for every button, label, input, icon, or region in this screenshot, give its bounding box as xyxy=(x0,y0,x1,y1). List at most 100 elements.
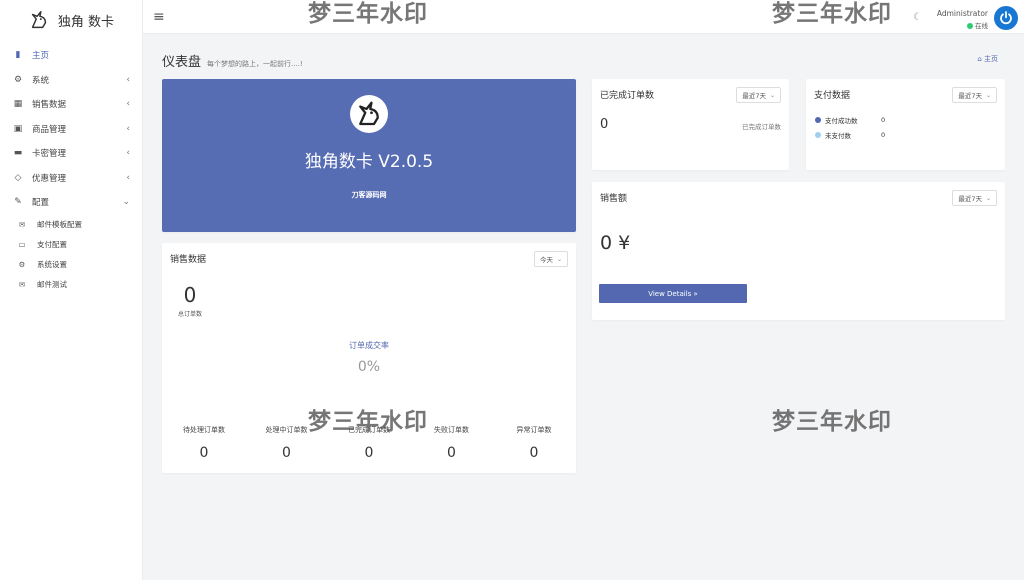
chevron-down-icon: ⌄ xyxy=(985,91,991,99)
total-orders: 0 总订单数 xyxy=(174,283,206,318)
visa-card-icon: ▭ xyxy=(18,240,26,249)
sidebar-item-label: 销售数据 xyxy=(32,100,67,111)
hero-card: 独角数卡 V2.0.5 刀客源码网 xyxy=(162,79,576,232)
user-info[interactable]: Administrator 在线 xyxy=(937,9,988,30)
shopping-bag-icon: ▣ xyxy=(13,123,23,134)
sidebar-item-sales-data[interactable]: ▦ 销售数据 ‹ xyxy=(0,92,142,117)
sales-amount-card: 销售额 最近7天 ⌄ 0 ¥ View Details » xyxy=(592,182,1005,320)
completed-orders-value: 0 xyxy=(600,117,609,132)
range-select-value: 最近7天 xyxy=(958,195,982,203)
payment-unpaid-row: 未支付数 0 xyxy=(815,130,885,140)
brand-name: 独角 数卡 xyxy=(57,14,115,30)
sidebar-subitem-label: 系统设置 xyxy=(37,260,67,269)
order-status-completed: 已完成订单数 0 xyxy=(334,425,404,461)
total-orders-label: 总订单数 xyxy=(177,311,202,318)
sidebar-subitem-mail-test[interactable]: ✉ 邮件测试 xyxy=(0,275,142,295)
diamond-icon: ◇ xyxy=(14,172,22,183)
order-status-columns: 待处理订单数 0 处理中订单数 0 已完成订单数 0 失败订单数 0 异常订单数… xyxy=(162,425,576,461)
payment-success-label: 支付成功数 xyxy=(825,117,858,125)
status-label: 处理中订单数 xyxy=(265,426,308,434)
completed-orders-label: 已完成订单数 xyxy=(742,123,781,131)
sales-amount-value: 0 ¥ xyxy=(600,232,631,254)
range-select-value: 今天 xyxy=(539,256,553,264)
conversion-rate: 订单成交率 0% xyxy=(162,340,576,375)
order-status-abnormal: 异常订单数 0 xyxy=(499,425,569,461)
chevron-left-icon: ‹ xyxy=(126,172,130,183)
range-select[interactable]: 今天 ⌄ xyxy=(533,251,568,267)
legend-dot-icon xyxy=(815,132,821,138)
order-status-failed: 失败订单数 0 xyxy=(417,425,487,461)
dashboard-icon: ⌂ xyxy=(977,55,982,63)
online-dot-icon xyxy=(967,23,973,29)
status-label: 异常订单数 xyxy=(516,426,552,434)
sidebar-item-config[interactable]: ✎ 配置 ⌄ xyxy=(0,190,142,215)
hero-title: 独角数卡 V2.0.5 xyxy=(304,152,434,172)
card-title: 已完成订单数 xyxy=(600,91,655,101)
status-label: 失败订单数 xyxy=(434,426,469,434)
chevron-down-icon: ⌄ xyxy=(122,197,130,208)
cogs-icon: ⚙ xyxy=(18,260,26,269)
sidebar-subitem-label: 支付配置 xyxy=(37,240,67,249)
sidebar-item-cards[interactable]: ▬ 卡密管理 ‹ xyxy=(0,141,142,166)
status-label: 待处理订单数 xyxy=(183,426,225,434)
envelope-icon: ✉ xyxy=(18,220,26,229)
power-button[interactable] xyxy=(994,6,1018,30)
status-value: 0 xyxy=(364,445,374,461)
page-title: 仪表盘 每个梦想的路上，一起前行....! xyxy=(162,51,303,70)
range-select[interactable]: 最近7天 ⌄ xyxy=(952,190,997,206)
sidebar-subitem-label: 邮件测试 xyxy=(37,280,67,289)
envelope-icon: ✉ xyxy=(18,280,26,289)
conversion-rate-label: 订单成交率 xyxy=(349,341,389,350)
bar-chart-icon: ▮ xyxy=(15,50,21,61)
breadcrumb-home: 主页 xyxy=(984,55,998,63)
total-orders-value: 0 xyxy=(183,283,197,307)
main-content: 仪表盘 每个梦想的路上，一起前行....! ⌂ 主页 独角数卡 V2.0.5 刀客… xyxy=(143,34,1024,580)
legend-dot-icon xyxy=(815,117,821,123)
sidebar-item-system[interactable]: ⚙ 系统 ‹ xyxy=(0,68,142,93)
brand-logo[interactable]: 独角 数卡 xyxy=(0,0,142,40)
chevron-down-icon: ⌄ xyxy=(769,91,775,99)
order-status-processing: 处理中订单数 0 xyxy=(252,425,322,461)
sidebar-nav: ▮ 主页 ⚙ 系统 ‹ ▦ 销售数据 ‹ ▣ 商品管理 ‹ ▬ 卡密管理 ‹ ◇… xyxy=(0,43,142,295)
credit-card-icon: ▬ xyxy=(13,148,23,159)
gear-icon: ⚙ xyxy=(13,74,23,85)
sidebar-item-label: 主页 xyxy=(32,51,50,62)
page-subtitle: 每个梦想的路上，一起前行....! xyxy=(207,60,303,68)
status-value: 0 xyxy=(199,445,209,461)
power-icon xyxy=(1000,11,1012,25)
sidebar-subitem-payment-config[interactable]: ▭ 支付配置 xyxy=(0,235,142,255)
completed-orders-card: 已完成订单数 最近7天 ⌄ 0 已完成订单数 xyxy=(592,79,789,170)
user-status-text: 在线 xyxy=(975,22,988,30)
range-select-value: 最近7天 xyxy=(958,92,982,100)
sidebar-subitem-mail-template[interactable]: ✉ 邮件模板配置 xyxy=(0,215,142,235)
moon-icon[interactable]: ☾ xyxy=(913,12,922,23)
sidebar-item-products[interactable]: ▣ 商品管理 ‹ xyxy=(0,117,142,142)
chevron-down-icon: ⌄ xyxy=(985,194,991,202)
sidebar: 独角 数卡 ▮ 主页 ⚙ 系统 ‹ ▦ 销售数据 ‹ ▣ 商品管理 ‹ ▬ 卡密… xyxy=(0,0,143,580)
hamburger-menu-icon[interactable]: ≡ xyxy=(153,9,165,25)
payment-unpaid-value: 0 xyxy=(881,131,886,139)
status-value: 0 xyxy=(529,445,539,461)
chevron-down-icon: ⌄ xyxy=(556,255,562,263)
conversion-rate-value: 0% xyxy=(357,359,381,375)
hero-subtitle: 刀客源码网 xyxy=(351,191,387,199)
unicorn-logo-icon xyxy=(31,11,47,29)
sidebar-subitem-system-settings[interactable]: ⚙ 系统设置 xyxy=(0,255,142,275)
chevron-left-icon: ‹ xyxy=(126,99,130,110)
chevron-left-icon: ‹ xyxy=(126,148,130,159)
wrench-icon: ✎ xyxy=(14,197,22,208)
range-select[interactable]: 最近7天 ⌄ xyxy=(952,87,997,103)
sidebar-item-label: 优惠管理 xyxy=(32,173,67,184)
sidebar-item-label: 商品管理 xyxy=(32,124,67,135)
breadcrumb[interactable]: ⌂ 主页 xyxy=(977,54,998,64)
sidebar-item-home[interactable]: ▮ 主页 xyxy=(0,43,142,68)
sidebar-item-coupons[interactable]: ◇ 优惠管理 ‹ xyxy=(0,166,142,191)
range-select-value: 最近7天 xyxy=(742,92,766,100)
view-details-button[interactable]: View Details » xyxy=(599,284,747,303)
sales-data-card: 销售数据 今天 ⌄ 0 总订单数 订单成交率 0% 待处理订单数 0 处理中订单… xyxy=(162,243,576,473)
payment-success-row: 支付成功数 0 xyxy=(815,115,885,125)
chevron-left-icon: ‹ xyxy=(126,123,130,134)
status-label: 已完成订单数 xyxy=(348,426,390,434)
card-title: 支付数据 xyxy=(814,91,851,101)
range-select[interactable]: 最近7天 ⌄ xyxy=(736,87,781,103)
